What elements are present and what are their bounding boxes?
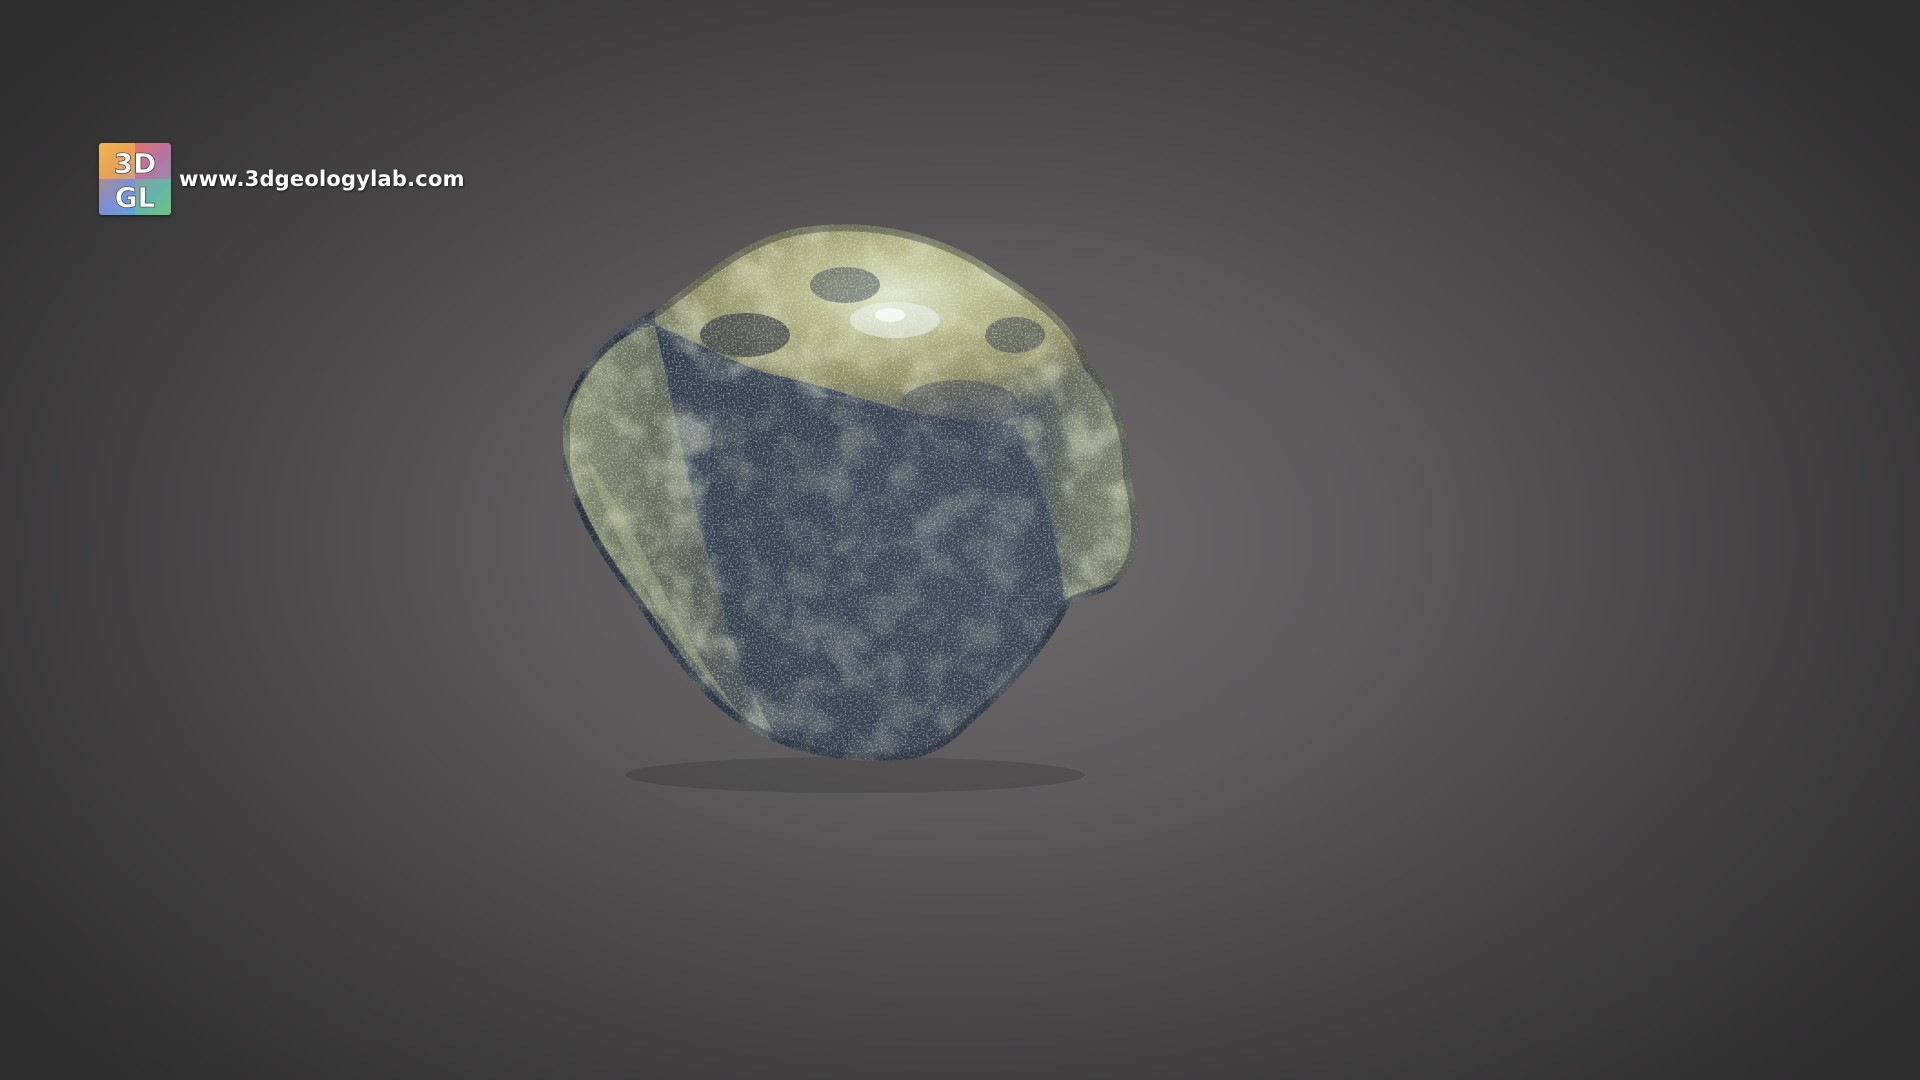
- 3dgl-logo: 3D GL: [99, 143, 171, 215]
- logo-text-top: 3D: [114, 147, 157, 180]
- logo-text-bottom: GL: [115, 181, 156, 214]
- rock-body: [563, 224, 1139, 761]
- site-url: www.3dgeologylab.com: [179, 167, 465, 191]
- watermark: 3D GL www.3dgeologylab.com: [99, 143, 465, 215]
- rock-shadow: [625, 757, 1085, 793]
- rock-model[interactable]: [545, 215, 1275, 945]
- 3d-model-viewer[interactable]: 3D GL www.3dgeologylab.com: [0, 0, 1920, 1080]
